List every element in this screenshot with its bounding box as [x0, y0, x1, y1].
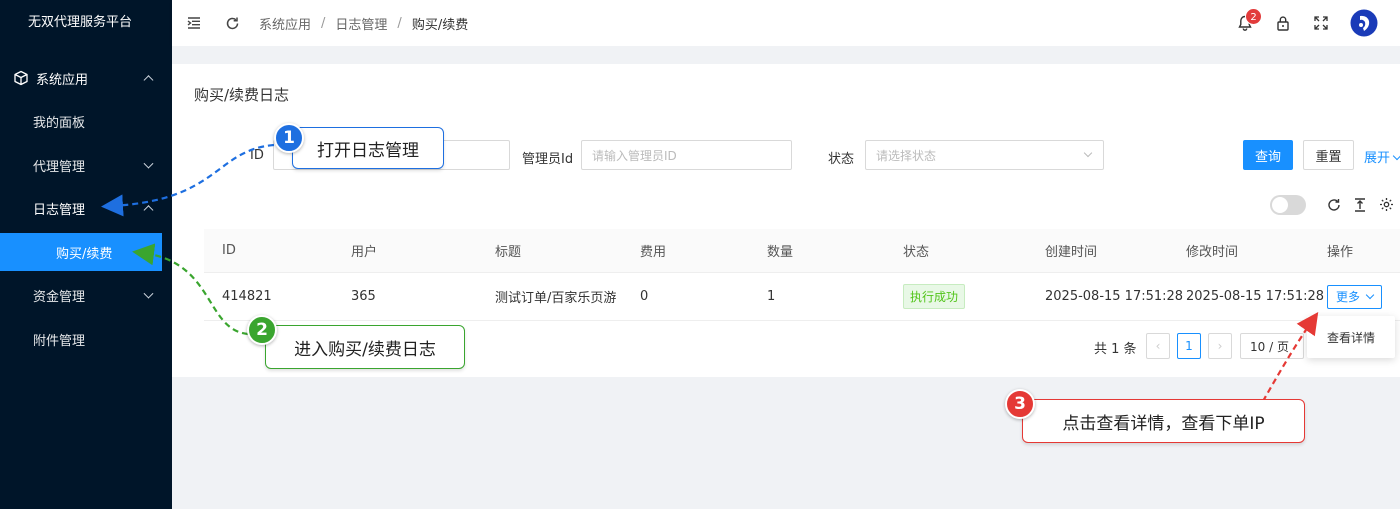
cell-created: 2025-08-15 17:51:28 — [1045, 289, 1184, 304]
status-filter-label: 状态 — [828, 152, 855, 167]
breadcrumb: 系统应用 / 日志管理 / 购买/续费 — [259, 14, 468, 33]
cell-user: 365 — [351, 289, 376, 304]
chevron-down-icon — [1083, 148, 1093, 158]
view-details-menu-item[interactable]: 查看详情 — [1327, 329, 1375, 346]
breadcrumb-separator: / — [397, 15, 402, 31]
breadcrumb-current: 购买/续费 — [411, 17, 469, 33]
callout-text: 进入购买/续费日志 — [294, 339, 436, 360]
callout-text: 点击查看详情，查看下单IP — [1062, 413, 1265, 434]
chevron-down-icon — [1392, 151, 1400, 161]
menu-group-system[interactable]: 系统应用 — [0, 56, 172, 100]
breadcrumb-item[interactable]: 系统应用 — [259, 14, 311, 33]
cell-fee: 0 — [640, 289, 649, 304]
sidebar-item-label: 日志管理 — [33, 202, 86, 218]
column-header: ID — [222, 243, 236, 258]
sidebar-item-label: 购买/续费 — [56, 246, 113, 262]
sidebar-item-dashboard[interactable]: 我的面板 — [0, 101, 172, 141]
admin-filter-input[interactable]: 请输入管理员ID — [581, 140, 792, 170]
sidebar-item-log[interactable]: 日志管理 — [0, 188, 172, 228]
refresh-icon[interactable] — [225, 16, 240, 31]
breadcrumb-separator: / — [321, 15, 326, 31]
avatar[interactable] — [1350, 9, 1378, 37]
cell-status: 执行成功 — [903, 273, 966, 320]
prev-page-button[interactable]: ‹ — [1146, 333, 1170, 359]
expand-link-label: 展开 — [1364, 151, 1391, 166]
chevron-down-icon — [1365, 290, 1375, 299]
column-header: 用户 — [351, 245, 378, 260]
menu-group-label: 系统应用 — [36, 72, 89, 88]
callout-step-2: 进入购买/续费日志 — [265, 325, 465, 369]
admin-filter-label: 管理员Id — [522, 152, 574, 167]
id-filter-label: ID — [250, 148, 264, 163]
table-header: ID 用户 标题 费用 数量 状态 创建时间 修改时间 操作 — [204, 229, 1400, 273]
toggle-switch[interactable] — [1270, 195, 1306, 215]
step-1-badge: 1 — [274, 123, 304, 153]
lock-icon[interactable] — [1276, 15, 1290, 31]
menu-fold-icon[interactable] — [187, 16, 201, 30]
sidebar: 无双代理服务平台 系统应用 我的面板 代理管理 日志管理 购买/续费 资金管理 … — [0, 0, 172, 509]
reset-button[interactable]: 重置 — [1303, 140, 1354, 170]
callout-step-3: 点击查看详情，查看下单IP — [1022, 399, 1305, 443]
status-select-placeholder: 请选择状态 — [876, 148, 937, 163]
more-dropdown-menu: 查看详情 — [1307, 316, 1395, 358]
page-1-button[interactable]: 1 — [1177, 333, 1201, 359]
query-button[interactable]: 查询 — [1243, 140, 1293, 170]
status-select[interactable]: 请选择状态 — [865, 140, 1104, 170]
app-title: 无双代理服务平台 — [28, 15, 133, 30]
density-icon[interactable] — [1354, 198, 1366, 216]
top-header: 系统应用 / 日志管理 / 购买/续费 2 — [172, 0, 1400, 46]
page-size-select[interactable]: 10 / 页 — [1240, 333, 1304, 359]
column-header: 创建时间 — [1045, 245, 1098, 260]
chevron-down-icon — [143, 288, 154, 299]
chevron-up-icon — [143, 205, 154, 216]
sidebar-item-label: 附件管理 — [33, 333, 86, 349]
more-button-label: 更多 — [1336, 290, 1361, 304]
sidebar-item-funds[interactable]: 资金管理 — [0, 275, 172, 315]
breadcrumb-item[interactable]: 日志管理 — [335, 14, 387, 33]
more-button[interactable]: 更多 — [1327, 284, 1383, 309]
cube-icon — [13, 70, 29, 86]
cell-id: 414821 — [222, 289, 272, 304]
bell-icon[interactable]: 2 — [1238, 8, 1262, 31]
column-header: 费用 — [640, 245, 667, 260]
table-row: 414821 365 测试订单/百家乐页游 0 1 执行成功 2025-08-1… — [204, 273, 1400, 321]
column-header: 数量 — [767, 245, 794, 260]
callout-text: 打开日志管理 — [317, 140, 419, 161]
sidebar-item-label: 资金管理 — [33, 289, 86, 305]
cell-modified: 2025-08-15 17:51:28 — [1186, 289, 1325, 304]
page-size-label: 10 / 页 — [1250, 339, 1289, 354]
settings-gear-icon[interactable] — [1379, 197, 1394, 216]
sidebar-item-purchase[interactable]: 购买/续费 — [0, 233, 162, 271]
chevron-down-icon — [143, 158, 154, 169]
sidebar-item-attachment[interactable]: 附件管理 — [0, 319, 172, 359]
cell-title: 测试订单/百家乐页游 — [495, 291, 617, 306]
callout-step-1: 打开日志管理 — [292, 127, 444, 169]
column-header: 修改时间 — [1186, 245, 1239, 260]
status-badge: 执行成功 — [903, 284, 966, 309]
column-header: 操作 — [1327, 245, 1354, 260]
sidebar-item-agent[interactable]: 代理管理 — [0, 145, 172, 185]
expand-link[interactable]: 展开 — [1364, 147, 1400, 166]
column-header: 状态 — [903, 245, 930, 260]
sidebar-item-label: 代理管理 — [33, 159, 86, 175]
step-2-badge: 2 — [247, 315, 277, 345]
cell-quantity: 1 — [767, 289, 776, 304]
step-3-badge: 3 — [1005, 389, 1035, 419]
chevron-up-icon — [143, 75, 154, 86]
notification-badge: 2 — [1245, 8, 1262, 25]
next-page-button[interactable]: › — [1208, 333, 1232, 359]
reload-icon[interactable] — [1327, 198, 1341, 216]
fullscreen-icon[interactable] — [1314, 16, 1328, 30]
pagination-total: 共 1 条 — [1094, 342, 1137, 357]
sidebar-item-label: 我的面板 — [33, 115, 86, 131]
column-header: 标题 — [495, 245, 522, 260]
cell-action: 更多 — [1327, 273, 1383, 320]
page-title: 购买/续费日志 — [194, 86, 290, 104]
